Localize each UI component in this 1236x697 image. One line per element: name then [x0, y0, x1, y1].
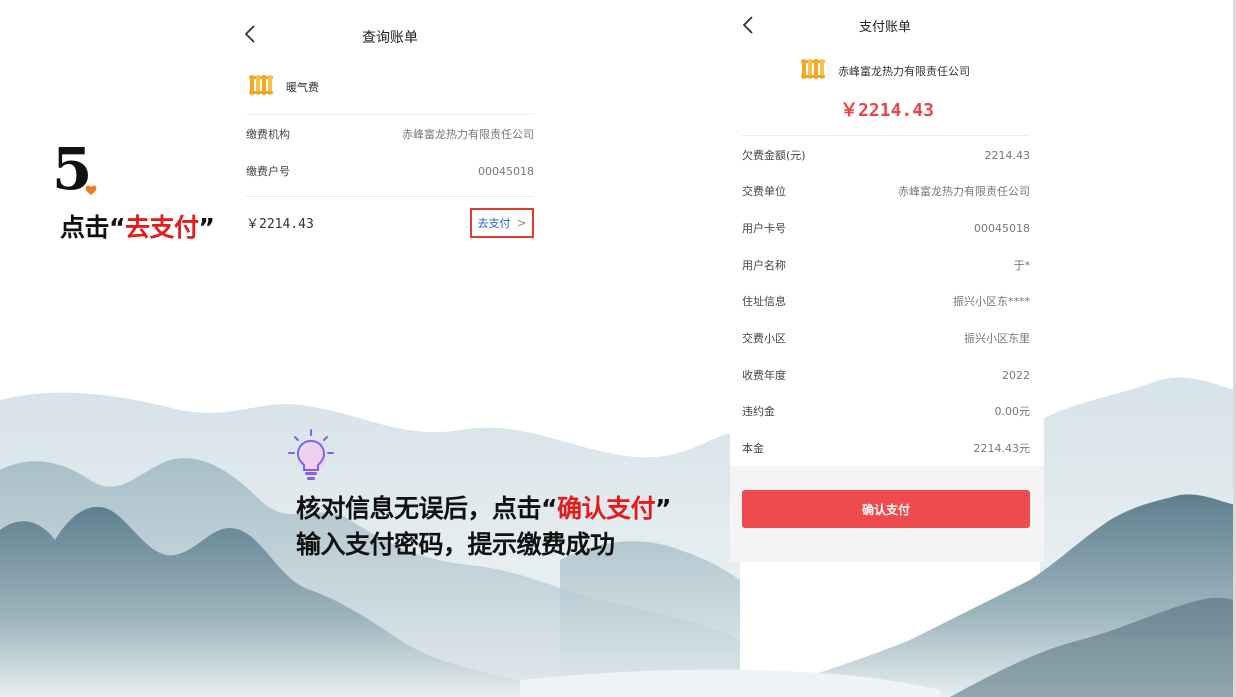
divider — [246, 114, 534, 115]
row-label: 缴费户号 — [246, 165, 290, 178]
row-value: 2022 — [1002, 368, 1030, 382]
detail-row: 交费单位 赤峰富龙热力有限责任公司 — [742, 181, 1030, 201]
bill-amount: ￥2214.43 — [246, 217, 314, 232]
row-label: 用户卡号 — [742, 222, 786, 235]
row-label: 本金 — [742, 442, 764, 455]
radiator-icon — [801, 59, 825, 79]
back-chevron-icon[interactable] — [742, 15, 754, 38]
row-value: 0.00元 — [994, 405, 1031, 418]
row-label: 收费年度 — [742, 369, 786, 382]
service-name: 暖气费 — [286, 81, 319, 94]
row-value: 于* — [1013, 259, 1031, 272]
tip-highlight: 确认支付 — [556, 494, 656, 523]
row-label: 欠费金额(元) — [742, 149, 806, 162]
go-pay-button[interactable]: 去支付 > — [470, 208, 534, 238]
row-label: 缴费机构 — [246, 128, 290, 141]
radiator-icon — [249, 75, 273, 95]
tip-line-1: 核对信息无误后，点击“确认支付” — [296, 489, 671, 525]
row-value: 振兴小区东**** — [953, 295, 1030, 308]
detail-row: 本金 2214.43元 — [742, 438, 1030, 458]
pay-amount: ￥2214.43 — [840, 100, 934, 121]
step-instruction-prefix: 点击“ — [60, 213, 125, 242]
step-instruction-highlight: 去支付 — [124, 213, 199, 242]
step-instruction-suffix: ” — [198, 213, 215, 242]
row-value: 00045018 — [974, 221, 1030, 235]
query-bill-screen: 查询账单 暖气费 缴费机构 赤峰富龙热力有限责任公司 缴费户号 00045018… — [236, 0, 546, 250]
row-label: 违约金 — [742, 405, 775, 418]
row-label: 交费小区 — [742, 332, 786, 345]
tip-line-2: 输入支付密码，提示缴费成功 — [296, 530, 615, 559]
page-title: 查询账单 — [362, 30, 418, 46]
tip-suffix: ” — [654, 494, 671, 523]
row-label: 交费单位 — [742, 185, 786, 198]
detail-row: 用户卡号 00045018 — [742, 218, 1030, 238]
detail-row: 欠费金额(元) 2214.43 — [742, 145, 1030, 165]
row-value: 赤峰富龙热力有限责任公司 — [402, 128, 534, 141]
detail-row: 违约金 0.00元 — [742, 401, 1030, 421]
detail-row: 收费年度 2022 — [742, 365, 1030, 385]
row-value: 00045018 — [478, 164, 534, 178]
divider — [246, 196, 534, 197]
lightbulb-icon — [288, 429, 334, 480]
row-label: 用户名称 — [742, 259, 786, 272]
row-value: 振兴小区东里 — [964, 332, 1030, 345]
step-instruction: 点击“去支付” — [60, 208, 215, 244]
row-label: 住址信息 — [742, 295, 786, 308]
heart-icon — [85, 185, 97, 195]
row-value: 2214.43 — [984, 148, 1031, 162]
detail-row: 交费小区 振兴小区东里 — [742, 328, 1030, 348]
confirm-pay-button[interactable]: 确认支付 — [742, 490, 1030, 528]
detail-row: 用户名称 于* — [742, 255, 1030, 275]
pay-bill-screen: 支付账单 赤峰富龙热力有限责任公司 ￥2214.43 欠费金额(元) 2214.… — [730, 0, 1044, 562]
background-mountains — [0, 377, 1236, 697]
chevron-right-icon: > — [516, 216, 527, 230]
row-value: 2214.43元 — [973, 442, 1031, 455]
back-chevron-icon[interactable] — [244, 24, 256, 47]
divider — [742, 135, 1030, 136]
info-row: 缴费机构 赤峰富龙热力有限责任公司 — [246, 124, 534, 144]
tip-prefix: 核对信息无误后，点击“ — [296, 494, 557, 523]
page-title: 支付账单 — [859, 20, 912, 35]
company-name: 赤峰富龙热力有限责任公司 — [838, 65, 970, 78]
row-value: 赤峰富龙热力有限责任公司 — [898, 185, 1030, 198]
detail-row: 住址信息 振兴小区东**** — [742, 291, 1030, 311]
info-row: 缴费户号 00045018 — [246, 161, 534, 181]
go-pay-label: 去支付 — [477, 217, 511, 230]
